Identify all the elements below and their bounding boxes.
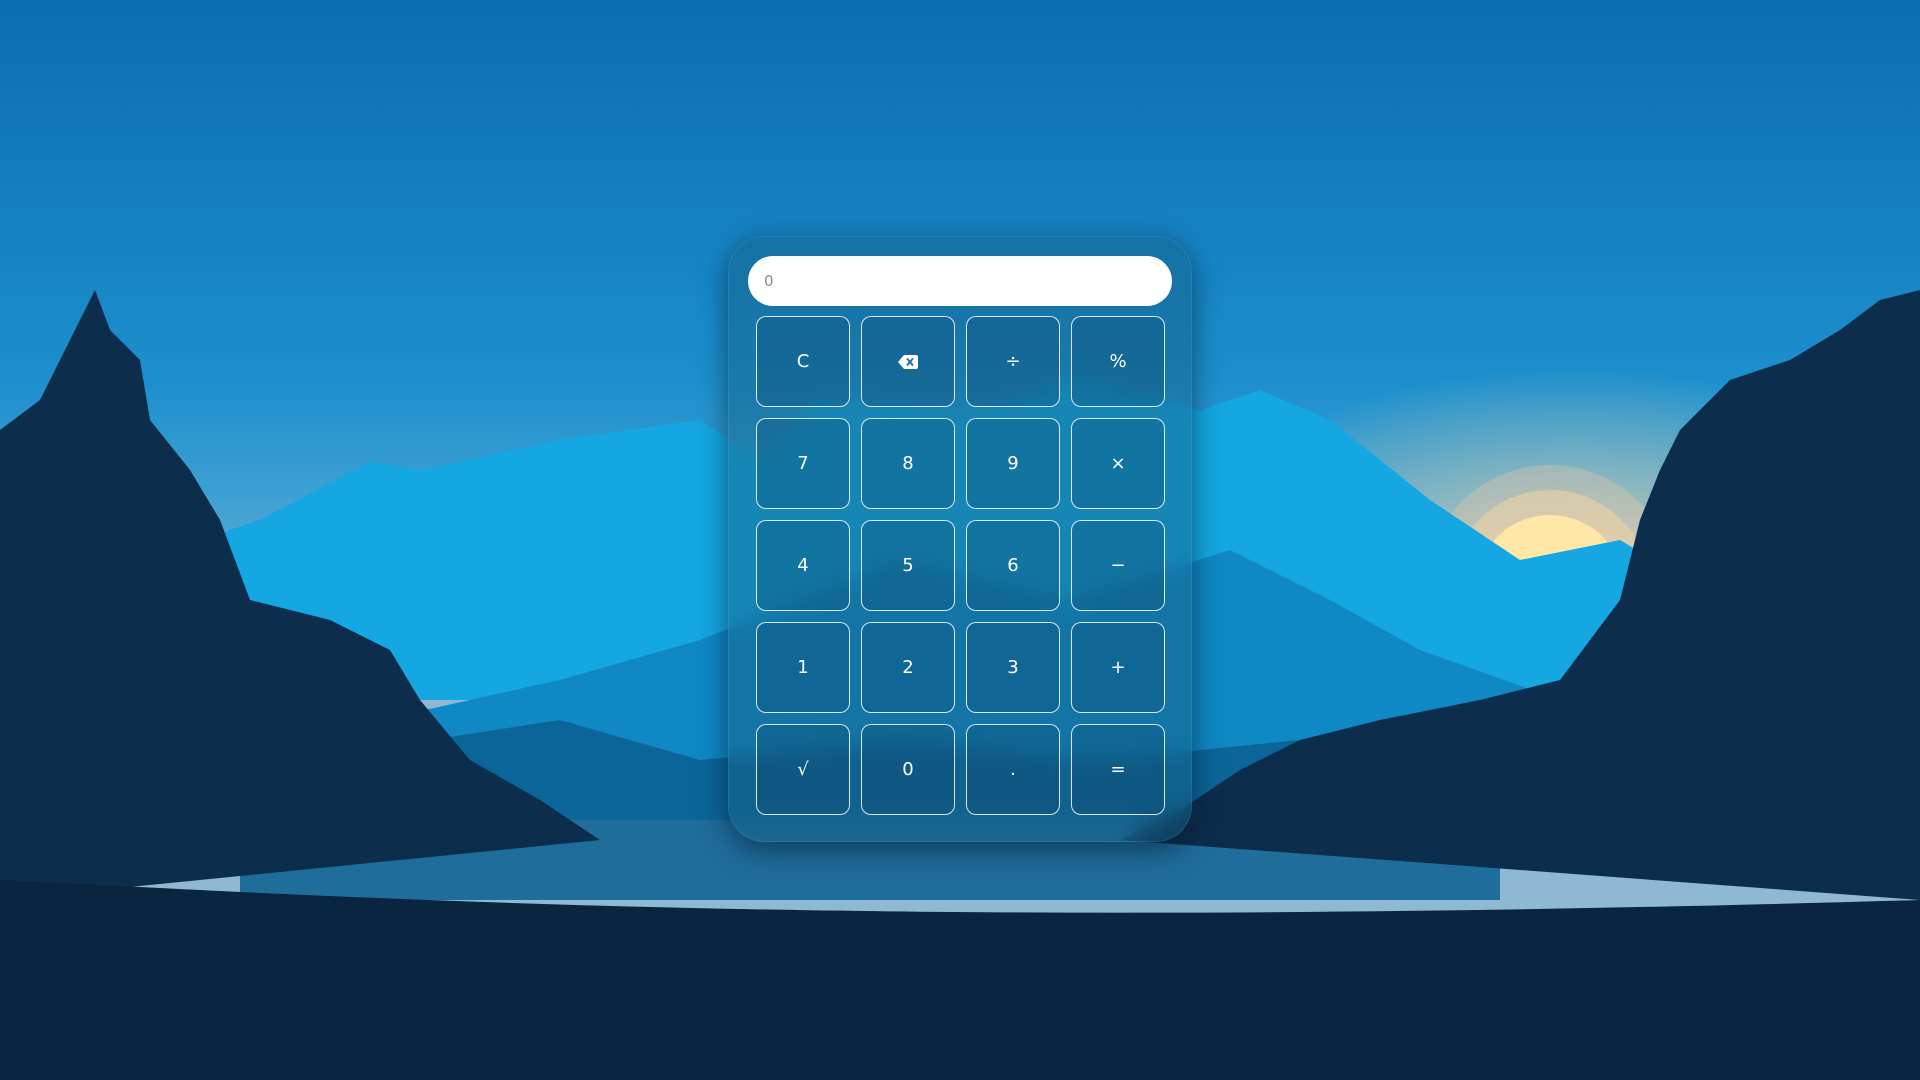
backspace-icon xyxy=(898,354,918,369)
subtract-button[interactable]: − xyxy=(1071,520,1165,611)
square-root-button[interactable]: √ xyxy=(756,724,850,815)
digit-0-button[interactable]: 0 xyxy=(861,724,955,815)
digit-5-button[interactable]: 5 xyxy=(861,520,955,611)
digit-7-button[interactable]: 7 xyxy=(756,418,850,509)
digit-1-button[interactable]: 1 xyxy=(756,622,850,713)
keypad: C ÷ % 7 8 9 × 4 5 6 − 1 2 3 + √ 0 . = xyxy=(756,316,1165,815)
digit-4-button[interactable]: 4 xyxy=(756,520,850,611)
clear-button[interactable]: C xyxy=(756,316,850,407)
backspace-button[interactable] xyxy=(861,316,955,407)
digit-2-button[interactable]: 2 xyxy=(861,622,955,713)
calculator-panel: C ÷ % 7 8 9 × 4 5 6 − 1 2 3 + √ 0 . = xyxy=(728,236,1192,842)
multiply-button[interactable]: × xyxy=(1071,418,1165,509)
digit-8-button[interactable]: 8 xyxy=(861,418,955,509)
equals-button[interactable]: = xyxy=(1071,724,1165,815)
divide-button[interactable]: ÷ xyxy=(966,316,1060,407)
add-button[interactable]: + xyxy=(1071,622,1165,713)
digit-9-button[interactable]: 9 xyxy=(966,418,1060,509)
digit-6-button[interactable]: 6 xyxy=(966,520,1060,611)
digit-3-button[interactable]: 3 xyxy=(966,622,1060,713)
calculator-display[interactable] xyxy=(748,256,1172,306)
decimal-button[interactable]: . xyxy=(966,724,1060,815)
percent-button[interactable]: % xyxy=(1071,316,1165,407)
